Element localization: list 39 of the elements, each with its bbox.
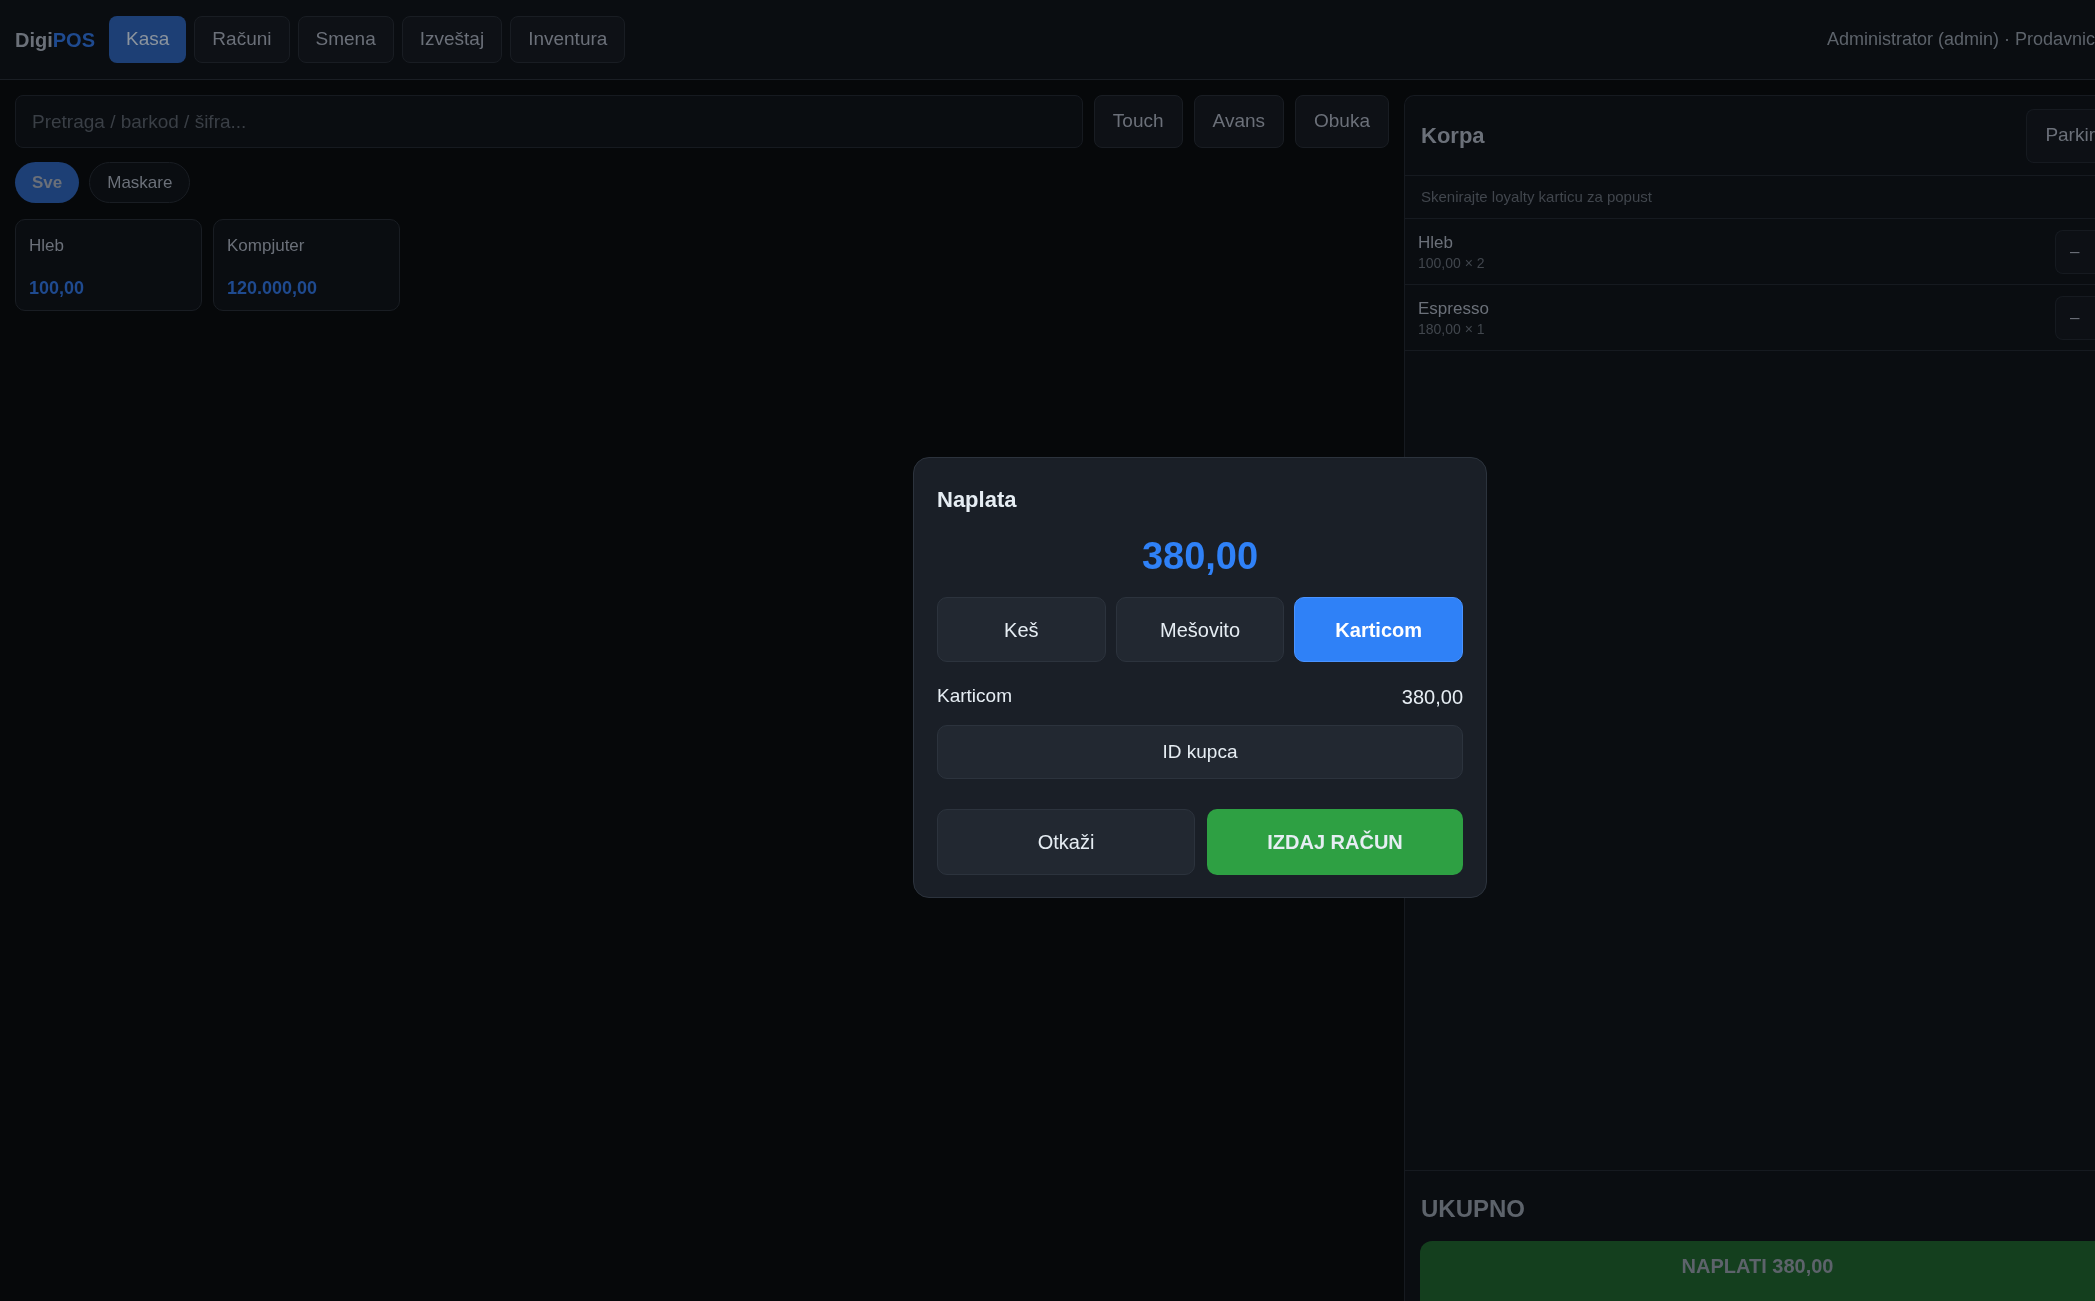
- payment-method-button[interactable]: Keš: [937, 597, 1106, 662]
- mode-button[interactable]: Touch: [1093, 95, 1183, 148]
- product-name: Kompjuter: [227, 235, 305, 257]
- cart-item-detail: 100,00 × 2: [1418, 253, 1485, 272]
- category-chip[interactable]: Maskare: [89, 162, 191, 203]
- cart-item-name: Espresso: [1418, 297, 1489, 320]
- amount: 380,00: [1141, 534, 1259, 579]
- category-chip[interactable]: Sve: [15, 162, 80, 203]
- product-price: 100,00: [29, 276, 85, 300]
- payment-method-button[interactable]: Mešovito: [1115, 597, 1285, 662]
- issue-receipt-button[interactable]: IZDAJ RAČUN: [1207, 809, 1463, 875]
- nav-tab[interactable]: Kasa: [109, 16, 187, 63]
- nav-tab[interactable]: Smena: [297, 16, 394, 63]
- total-label: UKUPNO: [1420, 1194, 1526, 1224]
- payment-method-button[interactable]: Karticom: [1294, 597, 1463, 662]
- product-card[interactable]: Hleb 100,00: [15, 219, 202, 311]
- nav-tab[interactable]: Računi: [194, 16, 290, 63]
- nav-tab[interactable]: Izveštaj: [401, 16, 503, 63]
- product-name: Hleb: [29, 235, 64, 257]
- logo: DigiPOS: [15, 27, 96, 53]
- product-price: 120.000,00: [227, 276, 318, 300]
- loyalty-hint: Skenirajte loyalty karticu za popust: [1421, 186, 1652, 207]
- payment-amount: 380,00: [1401, 685, 1463, 710]
- cart-title: Korpa: [1421, 122, 1485, 150]
- decrease-button[interactable]: –: [2055, 295, 2095, 340]
- cart-item-detail: 180,00 × 1: [1418, 319, 1486, 338]
- nav-tab[interactable]: Inventura: [510, 16, 626, 63]
- mode-button[interactable]: Obuka: [1295, 95, 1389, 148]
- product-card[interactable]: Kompjuter 120.000,00: [213, 219, 400, 311]
- dialog-title: Naplata: [937, 486, 1018, 514]
- cancel-button[interactable]: Otkaži: [937, 809, 1195, 875]
- mode-button[interactable]: Avans: [1193, 95, 1284, 148]
- pay-button[interactable]: NAPLATI 380,00: [1420, 1241, 2095, 1301]
- cart-item-name: Hleb: [1418, 231, 1454, 254]
- customer-id-button[interactable]: ID kupca: [937, 725, 1463, 779]
- decrease-button[interactable]: –: [2055, 229, 2095, 274]
- payment-method-label: Karticom: [937, 684, 1012, 708]
- user-info: Administrator (admin) · Prodavnic: [1826, 28, 2095, 51]
- park-button[interactable]: Parkir: [2026, 108, 2095, 163]
